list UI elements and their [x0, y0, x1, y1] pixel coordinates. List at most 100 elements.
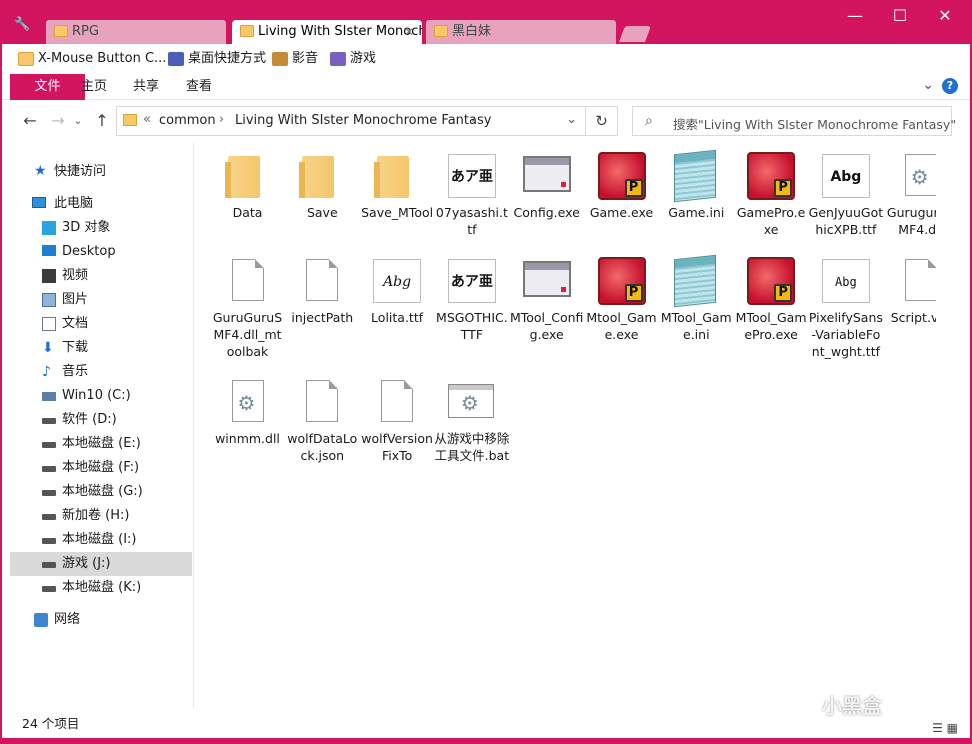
- sidebar-item-label: 软件 (D:): [62, 412, 117, 427]
- new-tab-button[interactable]: [619, 26, 651, 42]
- breadcrumb-separator[interactable]: ›: [471, 112, 476, 127]
- breadcrumb-separator[interactable]: ›: [219, 112, 224, 127]
- file-item[interactable]: wolfDataLock.json: [285, 378, 360, 464]
- sidebar-item-8[interactable]: 软件 (D:): [10, 408, 192, 432]
- refresh-button[interactable]: ↻: [586, 106, 618, 136]
- sidebar-item-label: 文档: [62, 316, 89, 331]
- forward-button[interactable]: →: [48, 111, 68, 131]
- sidebar-item-1[interactable]: Desktop: [10, 240, 192, 264]
- maximize-button[interactable]: ☐: [877, 0, 923, 32]
- expand-ribbon-icon[interactable]: ⌄: [922, 77, 934, 93]
- file-name: wolfDataLock.json: [287, 431, 358, 463]
- file-item[interactable]: Save_MTool: [360, 152, 435, 221]
- tab-view[interactable]: 查看: [173, 74, 225, 100]
- breadcrumb-common[interactable]: common: [159, 113, 216, 128]
- sidebar-item-quick-access[interactable]: ★ 快捷访问: [10, 160, 192, 184]
- chevron-down-icon[interactable]: ⌄: [566, 112, 577, 127]
- file-thumbnail: [521, 257, 573, 307]
- sidebar-item-11[interactable]: 本地磁盘 (G:): [10, 480, 192, 504]
- favorites-bar: X-Mouse Button C... 桌面快捷方式 影音 游戏: [2, 44, 970, 74]
- file-item[interactable]: Game.ini: [659, 149, 734, 221]
- sidebar-item-6[interactable]: ♪ 音乐: [10, 360, 192, 384]
- close-tab-icon[interactable]: ✕: [404, 20, 414, 44]
- tab-home[interactable]: 主页: [68, 74, 120, 100]
- view-toggle-icons[interactable]: ☰ ▦: [932, 716, 958, 740]
- sidebar-item-label: Desktop: [62, 244, 116, 259]
- tab-rpg[interactable]: RPG: [46, 20, 226, 44]
- folder-icon: [18, 52, 34, 66]
- wrench-icon[interactable]: 🔧: [14, 18, 30, 32]
- drive-icon: [42, 586, 56, 592]
- tab-living-with-sister[interactable]: Living With SIster Monochrome Fantasy ✕: [232, 20, 422, 44]
- pictures-icon: [42, 293, 56, 307]
- vertical-scrollbar[interactable]: [936, 142, 968, 708]
- sidebar-item-label: 此电脑: [54, 196, 94, 211]
- sidebar-item-13[interactable]: 本地磁盘 (I:): [10, 528, 192, 552]
- sidebar-item-label: 下载: [62, 340, 89, 355]
- sidebar-item-label: 本地磁盘 (K:): [62, 580, 142, 595]
- breadcrumb-current[interactable]: Living With SIster Monochrome Fantasy: [235, 113, 491, 128]
- up-button[interactable]: ↑: [92, 111, 112, 131]
- drive-icon: [42, 538, 56, 544]
- recent-locations-button[interactable]: ⌄: [68, 111, 88, 131]
- file-item[interactable]: あア亜 MSGOTHIC.TTF: [434, 257, 509, 343]
- file-item[interactable]: Config.exe: [509, 152, 584, 221]
- file-item[interactable]: Abg Lolita.ttf: [360, 257, 435, 326]
- tab-share[interactable]: 共享: [120, 74, 172, 100]
- file-item[interactable]: P MTool_GamePro.exe: [734, 257, 809, 343]
- sidebar-item-3[interactable]: 图片: [10, 288, 192, 312]
- sidebar-item-12[interactable]: 新加卷 (H:): [10, 504, 192, 528]
- file-item[interactable]: P Game.exe: [584, 152, 659, 221]
- file-item[interactable]: GuruGuruSMF4.dll_mtoolbak: [210, 257, 285, 360]
- sidebar-item-2[interactable]: 视频: [10, 264, 192, 288]
- file-item[interactable]: Save: [285, 152, 360, 221]
- sidebar-item-label: 视频: [62, 268, 89, 283]
- file-item[interactable]: Abg PixelifySans-VariableFont_wght.ttf: [808, 257, 883, 360]
- tab-label: RPG: [72, 24, 99, 39]
- file-item[interactable]: あア亜 07yasashi.ttf: [434, 152, 509, 238]
- search-input[interactable]: ⌕ 搜索"Living With SIster Monochrome Fanta…: [632, 106, 956, 136]
- sidebar-item-7[interactable]: Win10 (C:): [10, 384, 192, 408]
- file-item[interactable]: winmm.dll: [210, 378, 285, 447]
- close-button[interactable]: ✕: [922, 0, 968, 32]
- sidebar-item-15[interactable]: 本地磁盘 (K:): [10, 576, 192, 600]
- back-button[interactable]: ←: [20, 111, 40, 131]
- address-bar[interactable]: « common › Living With SIster Monochrome…: [116, 106, 586, 136]
- font-file-icon: Abg: [821, 154, 870, 198]
- sidebar-item-4[interactable]: 文档: [10, 312, 192, 336]
- file-item[interactable]: Abg GenJyuuGothicXPB.ttf: [808, 152, 883, 238]
- sidebar-item-10[interactable]: 本地磁盘 (F:): [10, 456, 192, 480]
- file-name: Game.exe: [589, 205, 654, 220]
- file-item[interactable]: MTool_Config.exe: [509, 257, 584, 343]
- file-thumbnail: Abg: [820, 152, 872, 202]
- folder-icon: [374, 156, 410, 198]
- favorite-games[interactable]: 游戏: [328, 50, 376, 70]
- file-item[interactable]: 从游戏中移除工具文件.bat: [434, 378, 509, 464]
- help-icon[interactable]: ?: [942, 78, 958, 94]
- sidebar-item-this-pc[interactable]: 此电脑: [10, 192, 192, 216]
- system-drive-icon: [42, 392, 56, 401]
- drive-icon: [42, 466, 56, 472]
- favorite-desktop-shortcuts[interactable]: 桌面快捷方式: [166, 50, 266, 70]
- file-item[interactable]: Data: [210, 152, 285, 221]
- file-item[interactable]: wolfVersionFixTo: [360, 378, 435, 464]
- file-item[interactable]: injectPath: [285, 257, 360, 326]
- favorite-media[interactable]: 影音: [270, 50, 318, 70]
- favorite-x-mouse[interactable]: X-Mouse Button C...: [16, 50, 166, 70]
- file-item[interactable]: P GamePro.exe: [734, 152, 809, 238]
- sidebar-item-9[interactable]: 本地磁盘 (E:): [10, 432, 192, 456]
- tab-black-white-sister[interactable]: 黑白妹: [426, 20, 616, 44]
- file-item[interactable]: MTool_Game.ini: [659, 254, 734, 343]
- sidebar-item-label: 快捷访问: [54, 164, 107, 179]
- file-name: Lolita.ttf: [371, 310, 424, 325]
- drive-icon: [42, 490, 56, 496]
- navigation-bar: ← → ⌄ ↑ « common › Living With SIster Mo…: [2, 100, 970, 142]
- minimize-button[interactable]: —: [832, 0, 878, 32]
- breadcrumb-overflow[interactable]: «: [143, 112, 151, 127]
- sidebar-item-5[interactable]: ⬇ 下载: [10, 336, 192, 360]
- badge: P: [774, 179, 793, 197]
- sidebar-item-network[interactable]: 网络: [10, 608, 192, 632]
- file-item[interactable]: P Mtool_Game.exe: [584, 257, 659, 343]
- sidebar-item-0[interactable]: 3D 对象: [10, 216, 192, 240]
- sidebar-item-14[interactable]: 游戏 (J:): [10, 552, 192, 576]
